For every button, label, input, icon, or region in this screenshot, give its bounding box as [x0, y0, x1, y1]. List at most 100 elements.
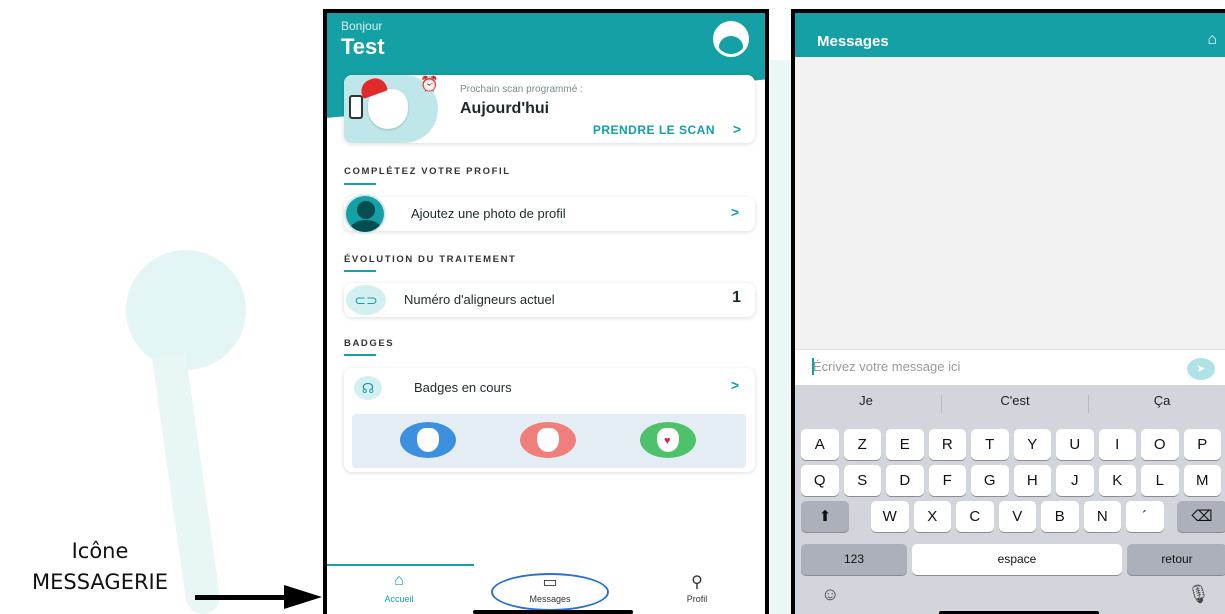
- key-j[interactable]: J: [1056, 465, 1094, 496]
- key-u[interactable]: U: [1056, 429, 1094, 460]
- key-c[interactable]: C: [956, 501, 994, 532]
- key-x[interactable]: X: [913, 501, 951, 532]
- greeting: Bonjour: [341, 19, 383, 33]
- next-scan-card[interactable]: ⏰ Prochain scan programmé : Aujourd'hui …: [344, 75, 755, 143]
- row-label: Numéro d'aligneurs actuel: [404, 292, 555, 307]
- badge-item[interactable]: [520, 422, 576, 458]
- key-a[interactable]: A: [801, 429, 839, 460]
- messages-screen: Messages ⌂ Écrivez votre message ici ➤ J…: [791, 9, 1225, 614]
- suggestion-1[interactable]: Je: [811, 393, 921, 408]
- key-o[interactable]: O: [1141, 429, 1179, 460]
- phone-icon: [349, 95, 363, 119]
- key-e[interactable]: E: [886, 429, 924, 460]
- chevron-right-icon: >: [732, 121, 741, 137]
- add-profile-photo-row[interactable]: Ajoutez une photo de profil >: [344, 194, 755, 234]
- key-d[interactable]: D: [886, 465, 924, 496]
- keyboard: Je C'est Ça AZERTYUIOP QSDFGHJKLM WXCVBN…: [795, 385, 1225, 614]
- section-underline: [344, 183, 376, 185]
- home-icon: ⌂: [394, 572, 404, 589]
- home-screen: Bonjour Test ⏰ Prochain scan programmé :…: [323, 9, 769, 614]
- home-icon[interactable]: ⌂: [1207, 31, 1217, 49]
- suggestion-divider: [941, 395, 942, 413]
- badge-item[interactable]: ♥: [640, 422, 696, 458]
- section-title-badges: BADGES: [344, 338, 395, 349]
- annotation-arrow: [195, 595, 290, 600]
- key-s[interactable]: S: [843, 465, 881, 496]
- chevron-right-icon: >: [730, 204, 739, 220]
- tab-label: Accueil: [384, 594, 414, 604]
- suggestion-2[interactable]: C'est: [960, 393, 1070, 408]
- home-indicator: [473, 610, 633, 614]
- space-key[interactable]: espace: [912, 544, 1122, 575]
- key-z[interactable]: Z: [843, 429, 881, 460]
- message-input[interactable]: Écrivez votre message ici: [813, 359, 960, 374]
- chat-area: [795, 57, 1225, 349]
- key-v[interactable]: V: [998, 501, 1036, 532]
- key-w[interactable]: W: [871, 501, 909, 532]
- heart-icon: ♥: [664, 435, 671, 447]
- scan-subtitle: Prochain scan programmé :: [460, 84, 583, 95]
- key-g[interactable]: G: [971, 465, 1009, 496]
- badges-card[interactable]: ☊ Badges en cours > ♥: [344, 368, 755, 472]
- section-title-treatment: ÉVOLUTION DU TRAITEMENT: [344, 254, 517, 265]
- key-q[interactable]: Q: [801, 465, 839, 496]
- tab-profil[interactable]: ⚲ Profil: [642, 572, 752, 604]
- key-b[interactable]: B: [1041, 501, 1079, 532]
- person-icon: ⚲: [691, 574, 703, 591]
- take-scan-link[interactable]: PRENDRE LE SCAN: [593, 123, 715, 137]
- annotation-line-1: Icône: [71, 539, 129, 563]
- compose-bar: Écrivez votre message ici ➤: [795, 349, 1225, 385]
- shift-key[interactable]: ⬆: [801, 501, 849, 532]
- user-name: Test: [341, 34, 385, 59]
- badges-strip: ♥: [352, 414, 746, 468]
- key-f[interactable]: F: [928, 465, 966, 496]
- background-decoration: [126, 250, 246, 370]
- chevron-right-icon: >: [730, 377, 739, 393]
- avatar[interactable]: [713, 21, 749, 57]
- return-key[interactable]: retour: [1127, 544, 1225, 575]
- row-label: Ajoutez une photo de profil: [411, 206, 566, 221]
- badges-label: Badges en cours: [414, 380, 512, 395]
- section-title-profile: COMPLÉTEZ VOTRE PROFIL: [344, 166, 511, 177]
- key-h[interactable]: H: [1013, 465, 1051, 496]
- badge-item[interactable]: [400, 422, 456, 458]
- emoji-icon[interactable]: ☺: [821, 584, 839, 605]
- key-m[interactable]: M: [1183, 465, 1221, 496]
- tooth-icon: [417, 428, 439, 452]
- annotation-label: Icône MESSAGERIE: [0, 536, 200, 598]
- ribbon-icon: ☊: [354, 376, 382, 400]
- key-k[interactable]: K: [1098, 465, 1136, 496]
- key-t[interactable]: T: [971, 429, 1009, 460]
- microphone-icon[interactable]: 🎙: [1187, 584, 1210, 605]
- tab-label: Profil: [686, 594, 708, 604]
- section-underline: [344, 354, 376, 356]
- key-accent[interactable]: ´: [1126, 501, 1164, 532]
- tooth-icon: [537, 428, 559, 452]
- aligner-count: 1: [732, 289, 741, 306]
- key-i[interactable]: I: [1098, 429, 1136, 460]
- suggestion-3[interactable]: Ça: [1107, 393, 1217, 408]
- messages-header: Messages ⌂: [795, 13, 1225, 57]
- scan-illustration: ⏰: [344, 75, 439, 143]
- annotation-line-2: MESSAGERIE: [31, 570, 169, 594]
- scan-date: Aujourd'hui: [460, 100, 550, 117]
- send-icon[interactable]: ➤: [1187, 358, 1215, 380]
- annotation-arrow-head: [284, 585, 322, 609]
- active-tab-indicator: [327, 564, 474, 566]
- alarm-clock-icon: ⏰: [420, 76, 439, 93]
- key-p[interactable]: P: [1183, 429, 1221, 460]
- tab-accueil[interactable]: ⌂ Accueil: [344, 572, 454, 604]
- numbers-key[interactable]: 123: [801, 544, 907, 575]
- profile-placeholder-icon: [344, 194, 386, 234]
- section-underline: [344, 270, 376, 272]
- highlight-oval: [491, 573, 609, 611]
- suggestion-divider: [1088, 395, 1089, 413]
- page-title: Messages: [817, 33, 889, 50]
- aligner-number-row[interactable]: ⊂⊃ Numéro d'aligneurs actuel 1: [344, 283, 755, 317]
- key-y[interactable]: Y: [1013, 429, 1051, 460]
- key-n[interactable]: N: [1083, 501, 1121, 532]
- aligner-icon: ⊂⊃: [346, 285, 386, 315]
- key-r[interactable]: R: [928, 429, 966, 460]
- backspace-key[interactable]: ⌫: [1177, 501, 1225, 532]
- key-l[interactable]: L: [1141, 465, 1179, 496]
